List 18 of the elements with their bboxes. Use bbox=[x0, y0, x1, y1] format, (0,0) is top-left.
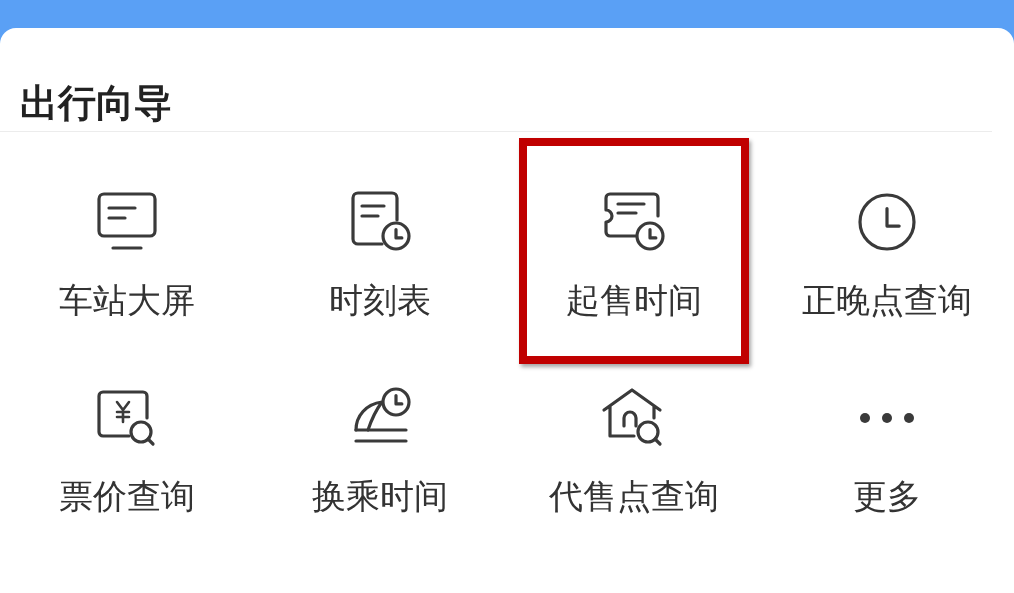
shortcut-label: 起售时间 bbox=[565, 279, 702, 322]
shortcut-label: 换乘时间 bbox=[312, 475, 449, 518]
shortcut-item[interactable]: 正晚点查询 bbox=[760, 138, 1014, 364]
shortcut-item[interactable]: 代售点查询 bbox=[507, 370, 761, 593]
shortcut-label: 票价查询 bbox=[58, 475, 195, 518]
shortcut-item[interactable]: 换乘时间 bbox=[253, 370, 507, 593]
shortcut-item[interactable]: 车站大屏 bbox=[0, 138, 254, 364]
more-icon bbox=[860, 413, 915, 423]
highlighted-shortcut[interactable]: 起售时间 bbox=[519, 138, 749, 364]
shortcut-label: 正晚点查询 bbox=[802, 279, 973, 322]
section-title: 出行向导 bbox=[19, 80, 173, 127]
shortcut-item[interactable]: 时刻表 bbox=[253, 138, 507, 364]
shortcut-label: 车站大屏 bbox=[58, 279, 195, 322]
shortcut-item[interactable]: 票价查询 bbox=[0, 370, 254, 593]
shortcut-label: 时刻表 bbox=[329, 279, 432, 322]
shortcut-item[interactable]: 更多 bbox=[760, 370, 1014, 593]
shortcut-label: 更多 bbox=[853, 475, 922, 518]
shortcut-label: 代售点查询 bbox=[548, 475, 719, 518]
